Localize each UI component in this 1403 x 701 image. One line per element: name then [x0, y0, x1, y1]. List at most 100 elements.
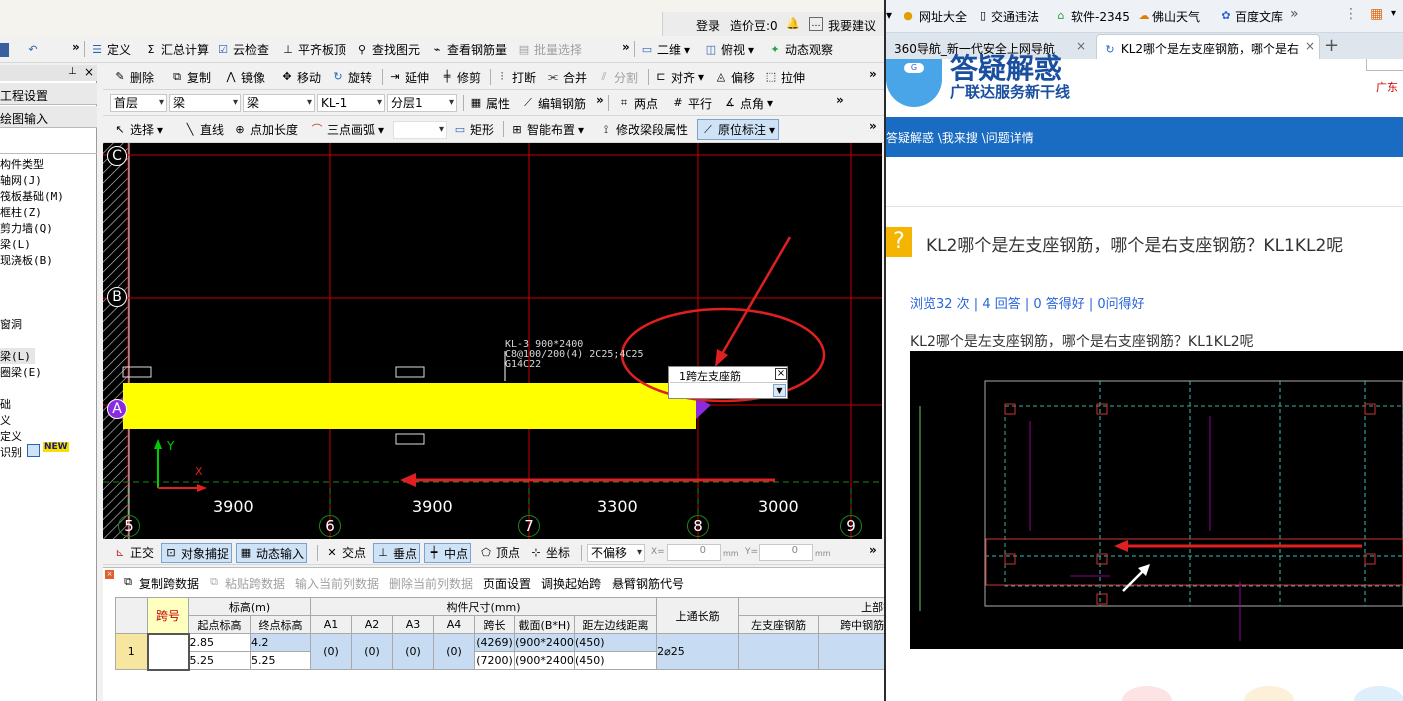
cell-a2[interactable]: (0) — [351, 633, 393, 670]
tab-settings[interactable]: 工程设置 — [0, 83, 97, 105]
property-button[interactable]: 属性 — [486, 95, 510, 112]
bell-icon[interactable]: 🔔 — [786, 17, 800, 31]
tree-item[interactable]: 框柱(Z) — [0, 204, 42, 220]
bookmark-item[interactable]: 百度文库 — [1235, 8, 1283, 25]
tree-item[interactable]: 梁(L) — [0, 236, 31, 252]
menu-icon[interactable]: ⋮ — [1344, 6, 1358, 22]
paste-span-button[interactable]: 粘贴跨数据 — [225, 575, 285, 592]
cell-end-elev[interactable]: 4.2 — [250, 633, 311, 652]
cell-mid-span[interactable] — [818, 633, 884, 670]
toolbar-more-icon-4[interactable]: » — [596, 93, 604, 107]
apps-icon[interactable]: ▦ — [1370, 6, 1383, 22]
copy-span-button[interactable]: 复制跨数据 — [139, 575, 199, 592]
line-button[interactable]: 直线 — [200, 121, 224, 138]
rect-button[interactable]: 矩形 — [470, 121, 494, 138]
swap-start-button[interactable]: 调换起始跨 — [541, 575, 601, 592]
page-setup-button[interactable]: 页面设置 — [483, 575, 531, 592]
vertex-toggle[interactable]: 顶点 — [496, 544, 520, 561]
cloud-check-button[interactable]: 云检查 — [233, 41, 269, 58]
arc-button[interactable]: 三点画弧 — [327, 121, 375, 138]
tab-draw-input[interactable]: 绘图输入 — [0, 106, 97, 128]
bookmark-item[interactable]: 软件-2345 — [1071, 8, 1130, 25]
cell-section[interactable]: (900*2400 — [514, 633, 575, 652]
mirror-button[interactable]: 镜像 — [241, 69, 265, 86]
cell-a1[interactable]: (0) — [310, 633, 352, 670]
arc-mode-select[interactable] — [393, 121, 447, 139]
find-button[interactable]: 查找图元 — [372, 41, 420, 58]
tree-item[interactable]: 础 — [0, 396, 11, 412]
x-input[interactable]: 0 — [667, 544, 721, 561]
toolbar-more-icon[interactable]: » — [72, 40, 80, 54]
cell-start-elev[interactable]: 5.25 — [188, 651, 251, 670]
undo-icon[interactable]: ↶ — [26, 43, 40, 57]
edit-rebar-button[interactable]: 编辑钢筋 — [538, 95, 586, 112]
origin-mark-popup[interactable]: 1跨左支座筋 × ▼ — [668, 366, 788, 399]
smart-layout-select[interactable]: 智能布置 — [527, 121, 575, 138]
split-button[interactable]: 分割 — [614, 69, 638, 86]
delete-col-button[interactable]: 删除当前列数据 — [389, 575, 473, 592]
tree-item[interactable]: 现浇板(B) — [0, 252, 53, 268]
toolbar-more-icon-5[interactable]: » — [836, 93, 844, 107]
suggest-link[interactable]: 我要建议 — [828, 17, 876, 34]
align-select[interactable]: 对齐 — [671, 69, 695, 86]
extend-button[interactable]: 延伸 — [405, 69, 429, 86]
type2-select[interactable]: 梁 — [243, 94, 315, 112]
breadcrumb[interactable]: 答疑解惑 \我来搜 \问题详情 — [886, 131, 1034, 145]
coord-toggle[interactable]: 坐标 — [546, 544, 570, 561]
chevron-down-icon[interactable]: ▼ — [773, 384, 786, 397]
tree-item[interactable]: 识别 — [0, 444, 22, 460]
cell-start-elev[interactable]: 2.85 — [188, 633, 251, 652]
pin-icon[interactable]: ⊥ — [68, 66, 77, 77]
parallel-button[interactable]: 平行 — [688, 95, 712, 112]
tab-close-icon[interactable]: × — [1076, 39, 1086, 53]
rotate-button[interactable]: 旋转 — [348, 69, 372, 86]
cell-end-elev[interactable]: 5.25 — [250, 651, 311, 670]
layer-select[interactable]: 分层1 — [387, 94, 457, 112]
toolbar-more-icon-2[interactable]: » — [622, 40, 630, 54]
dynamic-view-button[interactable]: 动态观察 — [785, 41, 833, 58]
tree-item[interactable]: 义 — [0, 412, 11, 428]
dyn-input-toggle[interactable]: ▦ 动态输入 — [236, 543, 308, 563]
toolbar-more-icon-3[interactable]: » — [869, 67, 877, 81]
tree-item[interactable]: 筏板基础(M) — [0, 188, 64, 204]
type1-select[interactable]: 梁 — [169, 94, 241, 112]
merge-button[interactable]: 合并 — [563, 69, 587, 86]
popup-input[interactable] — [670, 382, 787, 398]
input-col-button[interactable]: 输入当前列数据 — [295, 575, 379, 592]
cell-distance[interactable]: (450) — [573, 633, 658, 652]
panel-close-icon[interactable]: × — [84, 65, 94, 79]
popup-close-icon[interactable]: × — [775, 368, 787, 380]
snap-toggle[interactable]: ⊡ 对象捕捉 — [161, 543, 233, 563]
drawing-canvas[interactable]: C B A 3900 3900 3300 3000 5 6 7 8 9 KL-3… — [103, 143, 882, 539]
copy-button[interactable]: 复制 — [187, 69, 211, 86]
select-button[interactable]: 选择 — [130, 121, 154, 138]
bookmark-item[interactable]: 网址大全 — [919, 8, 967, 25]
modify-span-button[interactable]: 修改梁段属性 — [616, 121, 688, 138]
break-button[interactable]: 打断 — [512, 69, 536, 86]
cell-left-support[interactable] — [738, 633, 820, 670]
ortho-toggle[interactable]: 正交 — [130, 544, 154, 561]
new-tab-icon[interactable]: + — [1324, 35, 1339, 56]
move-button[interactable]: 移动 — [297, 69, 321, 86]
login-link[interactable]: 登录 — [696, 17, 720, 34]
view2d-select[interactable]: 二维 — [657, 41, 681, 58]
mid-toggle[interactable]: ┿ 中点 — [424, 543, 472, 563]
floor-select[interactable]: 首层 — [110, 94, 167, 112]
tree-item[interactable]: 剪力墙(Q) — [0, 220, 53, 236]
cell-length[interactable]: (4269) — [474, 633, 515, 652]
trim-button[interactable]: 修剪 — [457, 69, 481, 86]
top-view-select[interactable]: 俯视 — [721, 41, 745, 58]
bookmarks-more-icon[interactable]: » — [1290, 6, 1299, 22]
cell-distance[interactable]: (450) — [573, 651, 658, 670]
tree-item[interactable]: 窗洞 — [0, 316, 22, 332]
cell-section[interactable]: (900*2400 — [514, 651, 575, 670]
two-point-button[interactable]: 两点 — [634, 95, 658, 112]
tree-item[interactable]: 定义 — [0, 428, 22, 444]
point-length-button[interactable]: 点加长度 — [250, 121, 298, 138]
cantilever-button[interactable]: 悬臂钢筋代号 — [612, 575, 684, 592]
cell-a3[interactable]: (0) — [392, 633, 434, 670]
tab-close-icon[interactable]: × — [1303, 39, 1318, 53]
toolbar-more-icon-6[interactable]: » — [869, 119, 877, 133]
intersect-toggle[interactable]: 交点 — [342, 544, 366, 561]
perp-toggle[interactable]: ⊥ 垂点 — [373, 543, 421, 563]
